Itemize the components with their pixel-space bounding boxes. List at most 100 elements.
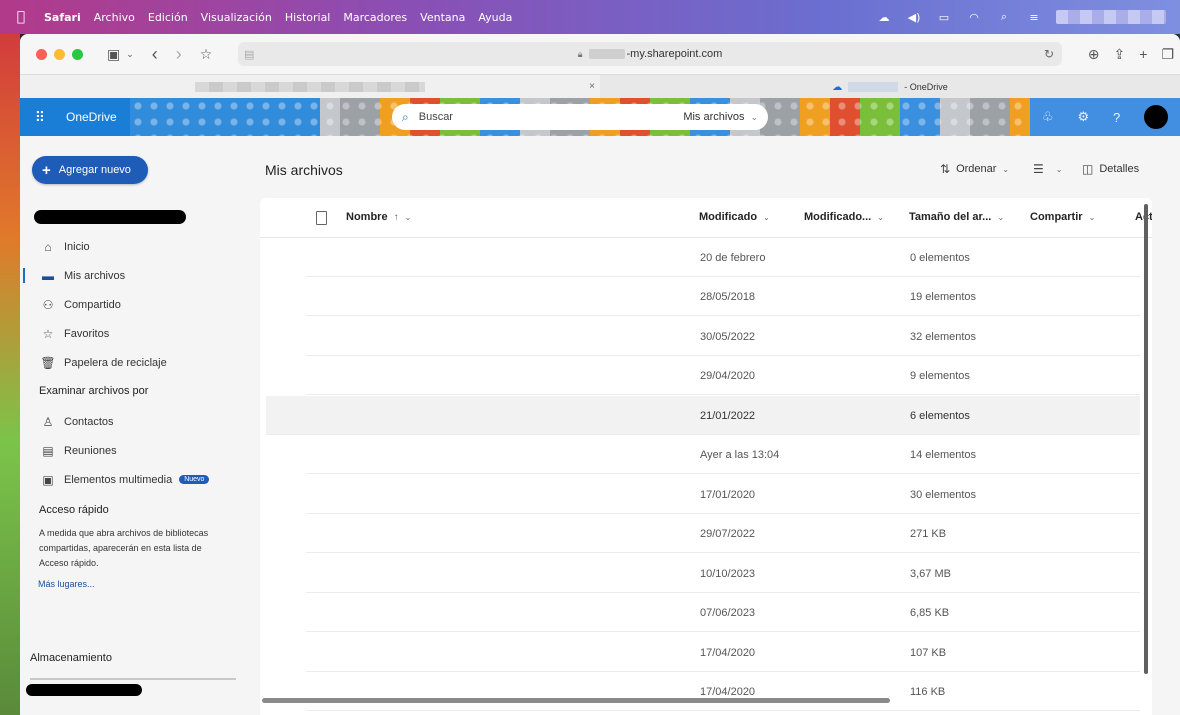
browse-section-title: Examinar archivos por [39, 385, 149, 397]
brand-name[interactable]: OneDrive [66, 110, 117, 124]
table-row[interactable]: 17/04/2020 107 KB [306, 633, 1140, 672]
table-row[interactable]: 28/05/2018 19 elementos [306, 277, 1140, 316]
search-placeholder[interactable]: Buscar [419, 111, 684, 123]
column-header-modified-by[interactable]: Modificado... ⌄ [804, 211, 884, 223]
cell-modified: 10/10/2023 [700, 568, 756, 580]
volume-icon[interactable]: ◀) [906, 11, 922, 24]
nav-item-papelera[interactable]: 🗑︎ Papelera de reciclaje [20, 348, 250, 377]
menu-marcadores[interactable]: Marcadores [343, 11, 407, 24]
nav-list: ⌂ Inicio ▬ Mis archivos ⚇ Compartido ☆ F… [20, 232, 250, 589]
column-header-sharing[interactable]: Compartir ⌄ [1030, 211, 1095, 223]
cell-size: 32 elementos [910, 331, 977, 343]
folder-icon: ▬ [42, 268, 54, 283]
browser-toolbar: ▣ ⌄ ‹ › ☆ ▤ 🔒︎ -my.sharepoint.com ↻ ⊕ ⇪ … [20, 34, 1180, 74]
table-row[interactable]: 17/04/2020 116 KB [306, 672, 1140, 711]
menu-visualizacion[interactable]: Visualización [201, 11, 272, 24]
sort-button[interactable]: ⇅ Ordenar ⌄ [940, 162, 1009, 176]
table-row[interactable]: 29/07/2022 271 KB [306, 514, 1140, 553]
table-row[interactable]: 20 de febrero 0 elementos [306, 238, 1140, 277]
new-tab-icon[interactable]: + [1139, 44, 1147, 64]
add-new-button[interactable]: + Agregar nuevo [32, 156, 148, 184]
search-scope[interactable]: Mis archivos [683, 111, 744, 123]
share-icon[interactable]: ⇪ [1114, 44, 1126, 64]
zoom-window-button[interactable] [72, 48, 83, 60]
toolbar-right-actions: ⊕ ⇪ + ❐ [1088, 44, 1174, 64]
vertical-scrollbar[interactable] [1144, 204, 1148, 674]
chevron-down-icon: ⌄ [877, 212, 884, 222]
chevron-down-icon: ⌄ [404, 212, 412, 222]
app-launcher-icon[interactable]: ⠿ [20, 109, 60, 126]
cell-modified: 29/04/2020 [700, 370, 756, 382]
control-center-icon[interactable]: ≡ [1026, 11, 1042, 24]
forward-icon[interactable]: › [176, 44, 182, 64]
details-button[interactable]: ◫ Detalles [1082, 162, 1139, 176]
table-row[interactable]: 17/01/2020 30 elementos [306, 475, 1140, 514]
nav-item-multimedia[interactable]: ▣ Elementos multimedia Nuevo [20, 465, 250, 494]
redacted-storage-usage [26, 684, 142, 696]
menu-ventana[interactable]: Ventana [420, 11, 465, 24]
redacted-clock [1056, 10, 1166, 24]
menu-safari[interactable]: Safari [44, 11, 81, 24]
avatar[interactable] [1144, 105, 1169, 129]
chevron-down-icon[interactable]: ⌄ [126, 44, 134, 64]
storage-title: Almacenamiento [30, 652, 112, 664]
nav-item-label: Favoritos [64, 327, 110, 340]
back-icon[interactable]: ‹ [152, 44, 158, 64]
table-row-hovered[interactable]: 21/01/2022 6 elementos [266, 396, 1140, 435]
table-row[interactable]: 07/06/2023 6,85 KB [306, 593, 1140, 632]
battery-icon[interactable]: ▭ [936, 11, 952, 24]
close-window-button[interactable] [36, 48, 47, 60]
wifi-icon[interactable]: ◠ [966, 11, 982, 24]
view-options-button[interactable]: ☰ ⌄ [1033, 162, 1062, 176]
menu-historial[interactable]: Historial [285, 11, 330, 24]
close-tab-icon[interactable]: × [584, 81, 600, 92]
desktop-wallpaper-edge [0, 34, 20, 715]
premium-icon[interactable]: ♧ [1042, 109, 1054, 125]
chevron-down-icon[interactable]: ⌄ [750, 112, 758, 123]
column-header-modified[interactable]: Modificado ⌄ [699, 211, 770, 223]
nav-item-favoritos[interactable]: ☆ Favoritos [20, 319, 250, 348]
help-icon[interactable]: ? [1113, 110, 1120, 125]
settings-gear-icon[interactable]: ⚙ [1077, 109, 1089, 125]
cloud-icon[interactable]: ☁ [876, 11, 892, 24]
file-type-icon[interactable] [316, 211, 327, 225]
column-label: Nombre [346, 211, 388, 223]
tab-overview-icon[interactable]: ❐ [1161, 44, 1174, 64]
address-bar[interactable]: ▤ 🔒︎ -my.sharepoint.com ↻ [238, 42, 1062, 66]
search-box[interactable]: ⌕ Buscar Mis archivos ⌄ [392, 104, 768, 130]
column-header-size[interactable]: Tamaño del ar... ⌄ [909, 211, 1004, 223]
person-icon: ♙ [42, 414, 54, 429]
nav-item-mis-archivos[interactable]: ▬ Mis archivos [20, 261, 250, 290]
nav-item-inicio[interactable]: ⌂ Inicio [20, 232, 250, 261]
quick-access-text: A medida que abra archivos de biblioteca… [39, 528, 209, 568]
cell-modified: 29/07/2022 [700, 528, 756, 540]
apple-icon[interactable]:  [14, 9, 28, 25]
storage-bar [30, 678, 236, 680]
nav-item-reuniones[interactable]: ▤ Reuniones [20, 436, 250, 465]
tab-sharepoint[interactable]: × [20, 75, 600, 99]
bookmark-star-icon[interactable]: ☆ [200, 44, 213, 64]
sort-label: Ordenar [956, 163, 997, 175]
downloads-icon[interactable]: ⊕ [1088, 44, 1100, 64]
horizontal-scrollbar[interactable] [262, 698, 890, 703]
url-text: -my.sharepoint.com [626, 48, 723, 60]
table-row[interactable]: 10/10/2023 3,67 MB [306, 554, 1140, 593]
nav-item-contactos[interactable]: ♙ Contactos [20, 407, 250, 436]
menu-archivo[interactable]: Archivo [94, 11, 135, 24]
minimize-window-button[interactable] [54, 48, 65, 60]
plus-icon: + [42, 161, 51, 179]
tab-onedrive[interactable]: ☁ - OneDrive [600, 75, 1180, 99]
cell-size: 14 elementos [910, 449, 977, 461]
more-places-link[interactable]: Más lugares... [20, 579, 250, 589]
spotlight-search-icon[interactable]: ⌕ [996, 10, 1012, 23]
reload-icon[interactable]: ↻ [1044, 47, 1054, 61]
table-row[interactable]: 30/05/2022 32 elementos [306, 317, 1140, 356]
menu-ayuda[interactable]: Ayuda [478, 11, 512, 24]
table-row[interactable]: Ayer a las 13:04 14 elementos [306, 435, 1140, 474]
sidebar-toggle-icon[interactable]: ▣ [107, 44, 120, 64]
nav-item-compartido[interactable]: ⚇ Compartido [20, 290, 250, 319]
redacted-tab-title [195, 82, 425, 92]
column-header-name[interactable]: Nombre ↑ ⌄ [346, 211, 411, 223]
table-row[interactable]: 29/04/2020 9 elementos [306, 356, 1140, 395]
menu-edicion[interactable]: Edición [148, 11, 188, 24]
